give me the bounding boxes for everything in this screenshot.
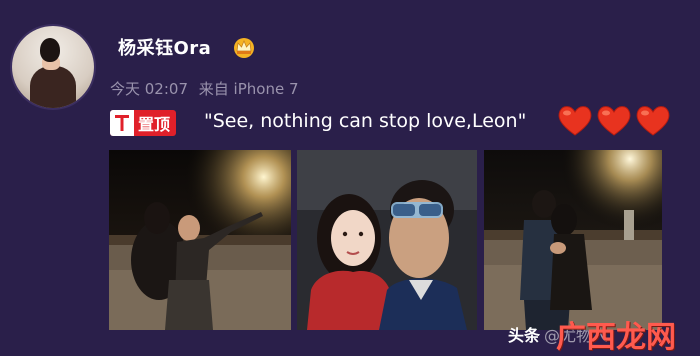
pinned-label: 置顶 (138, 115, 171, 134)
weibo-post: 杨采钰Ora 今天 02:07 来自 iPhone 7 置顶 "See, not… (0, 0, 700, 355)
pinned-badge: 置顶 (110, 110, 177, 136)
heart-icon (558, 106, 670, 136)
post-source: 来自 iPhone 7 (198, 80, 299, 98)
site-logo: 广西龙网 (556, 320, 676, 355)
avatar[interactable] (12, 26, 94, 108)
avatar-figure (30, 66, 76, 108)
watermark-source: 头条 (508, 326, 541, 345)
post-image-1[interactable] (109, 150, 291, 330)
crown-icon (234, 38, 254, 58)
post-image-2[interactable] (297, 150, 477, 330)
pin-icon (110, 110, 134, 136)
username[interactable]: 杨采钰Ora (118, 34, 211, 60)
post-meta: 今天 02:07 来自 iPhone 7 (110, 78, 299, 99)
post-image-3[interactable] (484, 150, 662, 330)
post-text: "See, nothing can stop love,Leon" (204, 110, 527, 132)
post-time[interactable]: 今天 02:07 (110, 80, 188, 98)
avatar-hair (40, 38, 60, 62)
